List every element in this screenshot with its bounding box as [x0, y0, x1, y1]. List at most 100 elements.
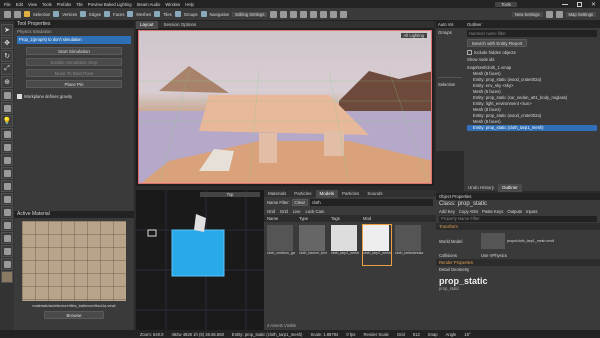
inputs-button[interactable]: Inputs — [526, 209, 537, 214]
redo-icon[interactable] — [14, 10, 21, 18]
paste-keys-button[interactable]: Paste Keys — [482, 209, 503, 214]
path-tool[interactable] — [1, 102, 13, 114]
block-tool[interactable] — [1, 89, 13, 101]
menu-steam-audio[interactable]: Steam Audio — [137, 2, 161, 7]
overlay-tool[interactable] — [1, 167, 13, 179]
undo-icon[interactable] — [4, 10, 11, 18]
tab-models[interactable]: Models — [315, 189, 339, 198]
tree-item-selected[interactable]: Entity: prop_static (cloth_tarp1_mesh) — [467, 125, 597, 131]
menu-help[interactable]: Help — [185, 2, 194, 7]
snap-icon[interactable] — [270, 10, 278, 18]
menu-preview-lighting[interactable]: Preview Baked Lighting — [88, 2, 132, 7]
material-swatch[interactable] — [1, 271, 13, 283]
copy-attrs-button[interactable]: Copy Attrs — [459, 209, 478, 214]
col-name[interactable]: Name — [267, 216, 297, 221]
render-scale-status[interactable]: Render Scale — [363, 332, 388, 337]
settings-gear-icon[interactable] — [545, 10, 553, 18]
material-preview[interactable] — [22, 221, 126, 301]
close-icon[interactable]: ✕ — [591, 1, 596, 8]
new-settings-button[interactable]: New Settings — [511, 11, 543, 17]
lighting-icon[interactable] — [290, 10, 298, 18]
mode-vertices[interactable]: Vertices — [62, 12, 77, 17]
view-dropdown[interactable]: Top — [200, 192, 260, 197]
viewport-2d[interactable]: Top — [136, 190, 264, 330]
tab-outliner[interactable]: Outliner — [498, 183, 522, 192]
col-type[interactable]: Type — [299, 216, 329, 221]
tab-layout[interactable]: Layout — [136, 20, 158, 29]
world-model-value[interactable]: props/cloth_tarp1_mesh.vmdl — [507, 239, 554, 243]
nav-tool[interactable] — [1, 219, 13, 231]
gravity-checkbox-row[interactable]: Workplane defines gravity — [14, 91, 134, 102]
tab-particles-2[interactable]: Particles — [338, 190, 363, 198]
property-filter-input[interactable]: Property Name Filter — [439, 216, 597, 222]
scene-view[interactable]: All Lighting — [138, 30, 432, 184]
move-tool[interactable]: ✥ — [1, 37, 13, 49]
editing-settings-button[interactable]: Editing Settings — [232, 11, 268, 17]
include-hidden-checkbox[interactable] — [467, 50, 472, 55]
menu-prefabs[interactable]: Prefabs — [57, 2, 71, 7]
tab-session-options[interactable]: Session Options — [160, 21, 201, 29]
asset-tile[interactable]: cloth_tarp1_mesh — [331, 225, 359, 265]
add-key-button[interactable]: Add Key — [439, 209, 455, 214]
snap-label[interactable]: Snap — [428, 332, 438, 337]
rotate-tool[interactable]: ↻ — [1, 50, 13, 62]
asset-tile[interactable]: cloth_beltedresizable — [395, 225, 423, 265]
include-hidden-row[interactable]: Include hidden objects — [464, 49, 600, 56]
texture-tool[interactable] — [1, 154, 13, 166]
grid-icon[interactable] — [280, 10, 288, 18]
clear-button[interactable]: Clear — [291, 199, 308, 206]
measure-tool[interactable] — [1, 245, 13, 257]
mode-tiles[interactable]: Tiles — [163, 12, 172, 17]
show-node-row[interactable]: Show node ids — [464, 56, 600, 63]
help-icon[interactable] — [555, 10, 563, 18]
angle-value[interactable]: 15° — [464, 332, 470, 337]
name-filter-input[interactable]: cloth — [309, 199, 433, 206]
browse-button[interactable]: Browse — [44, 311, 104, 319]
option-grid-2[interactable]: Grid — [280, 209, 288, 214]
lighting-dropdown[interactable]: All Lighting — [400, 33, 427, 38]
menu-tools[interactable]: Tools — [42, 2, 52, 7]
scale-tool[interactable]: ⤢ — [1, 63, 13, 75]
menu-window[interactable]: Window — [165, 2, 180, 7]
physics-tool[interactable] — [1, 180, 13, 192]
camera-icon[interactable] — [310, 10, 318, 18]
option-grid[interactable]: Grid — [267, 209, 275, 214]
map-settings-button[interactable]: Map Settings — [565, 11, 596, 17]
mode-navigation[interactable]: Navigation — [210, 12, 230, 17]
compile-icon[interactable] — [330, 10, 338, 18]
select-tool[interactable]: ➤ — [1, 24, 13, 36]
place-pin-button[interactable]: Place Pin — [26, 80, 122, 88]
paint-tool[interactable] — [1, 128, 13, 140]
hammer-tool[interactable] — [1, 232, 13, 244]
asset-tile[interactable]: cloth_medium_garage_rectum_clothed — [267, 225, 295, 265]
search-entity-report-button[interactable]: Search with Entity Report — [467, 39, 527, 47]
mode-meshes[interactable]: Meshes — [136, 12, 151, 17]
mode-edges[interactable]: Edges — [89, 12, 101, 17]
cordon-tool[interactable] — [1, 258, 13, 270]
detail-geometry-row[interactable]: Detail Geometry — [436, 266, 600, 273]
mode-groups[interactable]: Groups — [184, 12, 198, 17]
tools-dropdown[interactable]: Tools — [495, 1, 517, 7]
option-lock-cam[interactable]: Lock Cam — [306, 209, 325, 214]
asset-tile[interactable]: cloth_banner_textured — [299, 225, 327, 265]
pivot-tool[interactable]: ⊕ — [1, 76, 13, 88]
render-section[interactable]: Render Properties — [436, 259, 600, 266]
outliner-filter-input[interactable]: Hammer name filter — [467, 30, 597, 37]
class-value[interactable]: prop_static — [458, 201, 487, 207]
col-tags[interactable]: Tags — [331, 216, 361, 221]
col-mod[interactable]: Mod — [363, 216, 393, 221]
grid-value[interactable]: 512 — [413, 332, 420, 337]
start-simulation-button[interactable]: Start Simulation — [26, 47, 122, 55]
entity-tool[interactable]: 💡 — [1, 115, 13, 127]
clip-tool[interactable] — [1, 141, 13, 153]
enable-step-button[interactable]: Enable Simulation Step — [26, 58, 122, 66]
menu-tile[interactable]: Tile — [76, 2, 83, 7]
minimize-icon[interactable] — [561, 3, 568, 5]
tab-undo-history[interactable]: Undo History — [464, 184, 498, 192]
viewport-3d[interactable]: Layout Session Options All Lighting — [136, 20, 434, 186]
collisions-value[interactable]: Use VPhysics — [481, 253, 507, 258]
mode-faces[interactable]: Faces — [113, 12, 124, 17]
visgroups-icon[interactable] — [340, 10, 348, 18]
transform-section[interactable]: Transform — [436, 223, 600, 230]
menu-view[interactable]: View — [28, 2, 37, 7]
